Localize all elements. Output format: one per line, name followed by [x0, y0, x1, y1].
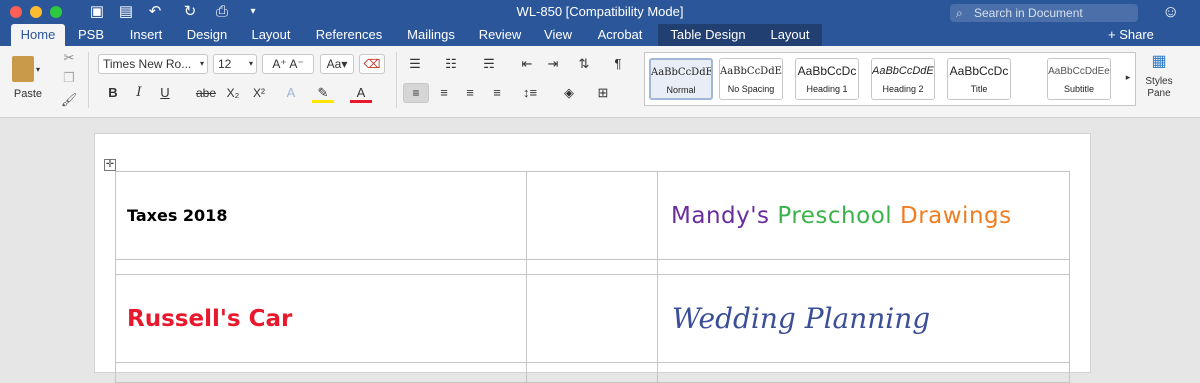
style-normal[interactable]: AaBbCcDdEe Normal [649, 58, 713, 100]
chevron-down-icon: ▾ [248, 59, 253, 68]
italic-button[interactable]: I [129, 83, 149, 103]
decrease-indent-icon[interactable]: ⇤ [516, 54, 538, 74]
tab-mailings[interactable]: Mailings [398, 24, 464, 46]
style-subtitle[interactable]: AaBbCcDdEe Subtitle [1047, 58, 1111, 100]
label-mandys-preschool-drawings: Mandy's Preschool Drawings [671, 202, 1012, 229]
clear-formatting-icon[interactable]: ⌫ [359, 54, 385, 74]
table-cell[interactable]: Russell's Car [115, 274, 527, 363]
bullets-icon[interactable]: ☰ [402, 54, 428, 74]
table-cell[interactable]: Mandy's Preschool Drawings [657, 171, 1070, 260]
table-move-handle-icon[interactable]: ✛ [104, 159, 116, 171]
show-formatting-icon[interactable]: ¶ [606, 54, 630, 74]
font-size-select[interactable]: 12 ▾ [213, 54, 257, 74]
align-left-icon[interactable]: ≡ [403, 83, 429, 103]
tab-home[interactable]: Home [11, 24, 65, 46]
table-cell[interactable] [657, 362, 1070, 383]
table-cell[interactable] [526, 171, 658, 260]
paste-dropdown-icon[interactable]: ▾ [36, 60, 40, 80]
table-cell[interactable]: Taxes 2018 [115, 171, 527, 260]
align-center-icon[interactable]: ≡ [432, 83, 456, 103]
table-cell[interactable] [115, 259, 527, 275]
superscript-button[interactable]: X² [248, 83, 270, 103]
share-button[interactable]: + Share [1108, 27, 1154, 42]
copy-icon[interactable]: ❐ [60, 68, 78, 88]
font-name-select[interactable]: Times New Ro... ▾ [98, 54, 208, 74]
shading-icon[interactable]: ◈ [556, 83, 582, 103]
style-heading-2[interactable]: AaBbCcDdEe Heading 2 [871, 58, 935, 100]
sort-icon[interactable]: ⇅ [572, 54, 596, 74]
align-right-icon[interactable]: ≡ [458, 83, 482, 103]
ribbon-tabs: Home PSB Insert Design Layout References… [0, 24, 1200, 46]
borders-icon[interactable]: ⊞ [590, 83, 616, 103]
styles-more-icon[interactable]: ▸ [1121, 67, 1135, 87]
tab-insert[interactable]: Insert [120, 24, 172, 46]
change-case-button[interactable]: Aa▾ [320, 54, 354, 74]
tab-acrobat[interactable]: Acrobat [590, 24, 650, 46]
table-cell[interactable] [526, 362, 658, 383]
tab-layout[interactable]: Layout [244, 24, 298, 46]
multilevel-list-icon[interactable]: ☴ [476, 54, 502, 74]
table-cell[interactable] [526, 274, 658, 363]
tab-table-layout[interactable]: Layout [758, 24, 822, 46]
tab-review[interactable]: Review [472, 24, 528, 46]
search-icon: ⌕ [956, 6, 963, 20]
user-smiley-icon[interactable]: ☺ [1162, 2, 1179, 22]
style-title[interactable]: AaBbCcDc Title [947, 58, 1011, 100]
search-input[interactable]: ⌕ Search in Document [950, 4, 1138, 22]
styles-gallery: AaBbCcDdEe Normal AaBbCcDdEe No Spacing Aa… [644, 52, 1136, 106]
ribbon: ▾ Paste ✂ ❐ 🖌 Times New Ro... ▾ 12 ▾ A⁺ A⁻… [0, 46, 1200, 118]
paste-button-label[interactable]: Paste [8, 84, 48, 104]
title-bar: ▣ ▤ ↶ ↻ ⎙ ▾ WL-850 [Compatibility Mode] … [0, 0, 1200, 24]
label-russells-car: Russell's Car [127, 305, 293, 332]
paste-icon[interactable] [12, 56, 34, 82]
line-spacing-icon[interactable]: ↕≡ [516, 83, 544, 103]
styles-pane-icon[interactable]: ▦ [1146, 52, 1172, 72]
highlight-color-icon[interactable]: ✎ [312, 83, 334, 103]
table-cell[interactable] [657, 259, 1070, 275]
justify-icon[interactable]: ≡ [485, 83, 509, 103]
style-no-spacing[interactable]: AaBbCcDdEe No Spacing [719, 58, 783, 100]
cut-icon[interactable]: ✂ [60, 48, 78, 68]
subscript-button[interactable]: X₂ [222, 83, 244, 103]
format-painter-icon[interactable]: 🖌 [60, 90, 78, 110]
tab-table-design[interactable]: Table Design [658, 24, 758, 46]
document-table: Taxes 2018 Mandy's Preschool Drawings Ru… [115, 171, 1070, 383]
numbering-icon[interactable]: ☷ [438, 54, 464, 74]
styles-pane-button[interactable]: Styles Pane [1138, 76, 1180, 108]
text-effects-icon[interactable]: A [280, 83, 302, 103]
font-color-icon[interactable]: A [350, 83, 372, 103]
strikethrough-button[interactable]: abe [193, 83, 219, 103]
tab-design[interactable]: Design [180, 24, 234, 46]
underline-button[interactable]: U [155, 83, 175, 103]
label-wedding-planning: Wedding Planning [672, 302, 931, 335]
label-taxes-2018: Taxes 2018 [127, 205, 228, 225]
table-cell[interactable] [115, 362, 527, 383]
grow-shrink-font-buttons[interactable]: A⁺ A⁻ [262, 54, 314, 74]
table-cell[interactable] [526, 259, 658, 275]
tab-references[interactable]: References [308, 24, 390, 46]
chevron-down-icon: ▾ [199, 59, 204, 68]
style-heading-1[interactable]: AaBbCcDc Heading 1 [795, 58, 859, 100]
document-page: ✛ Taxes 2018 Mandy's Preschool Drawings … [94, 133, 1091, 383]
bold-button[interactable]: B [103, 83, 123, 103]
increase-indent-icon[interactable]: ⇥ [542, 54, 564, 74]
table-cell[interactable]: Wedding Planning [657, 274, 1070, 363]
tab-view[interactable]: View [536, 24, 580, 46]
tab-psb[interactable]: PSB [72, 24, 110, 46]
